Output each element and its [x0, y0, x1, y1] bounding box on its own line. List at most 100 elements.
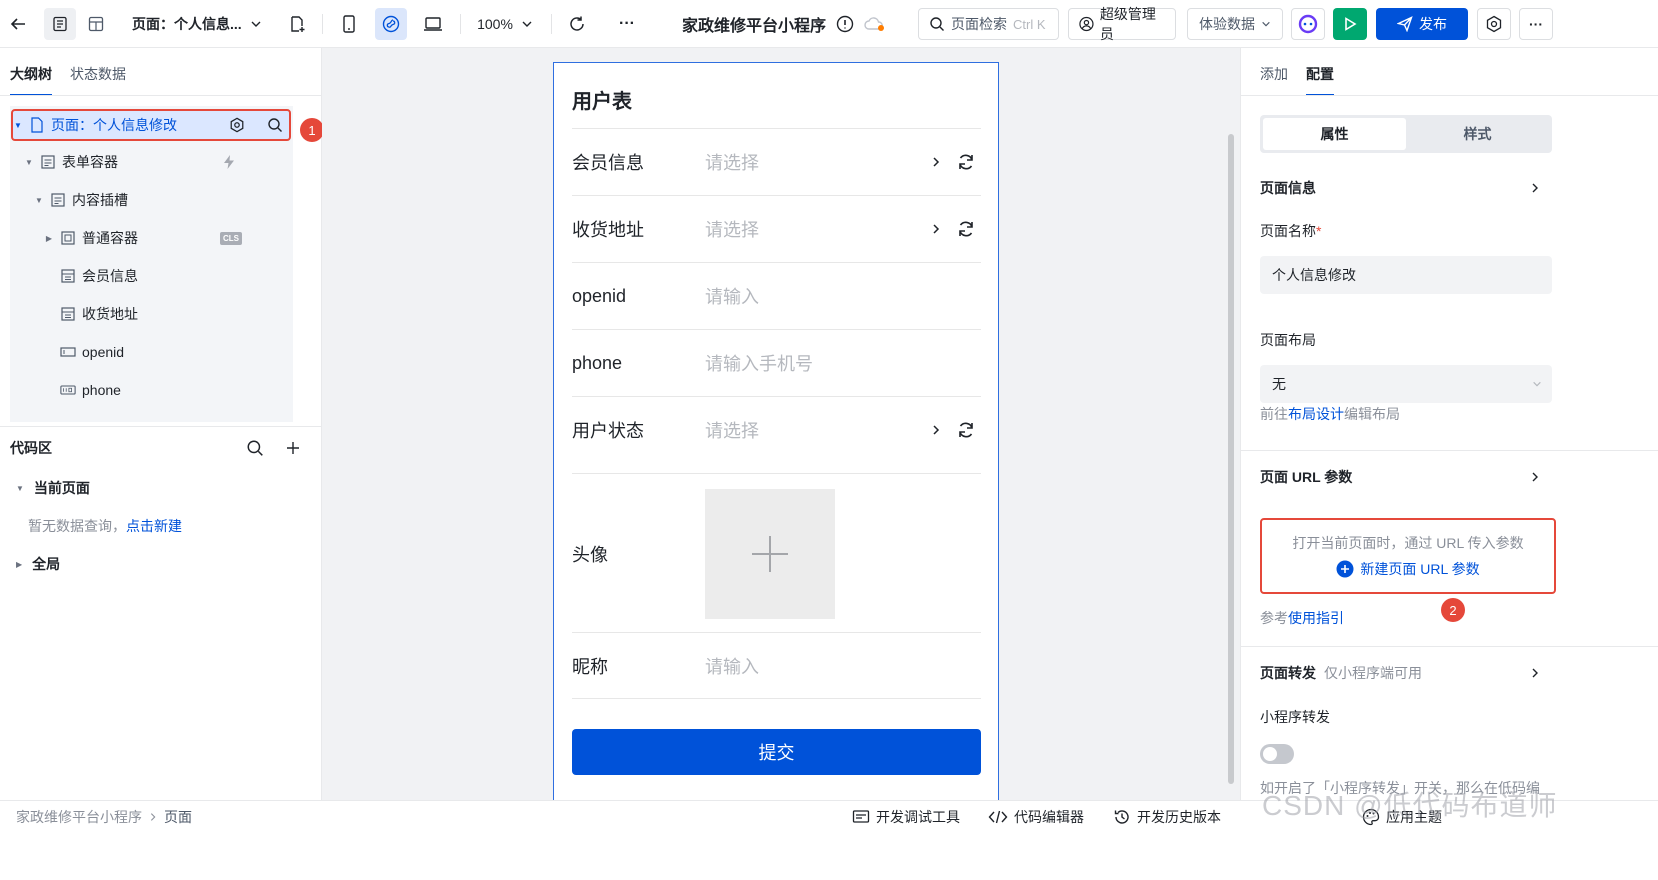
history-button[interactable]: 开发历史版本 — [1113, 807, 1221, 827]
publish-button[interactable]: 发布 — [1376, 8, 1468, 40]
chevron-right-icon[interactable] — [1530, 182, 1540, 194]
layout-view-icon[interactable] — [80, 8, 112, 40]
usage-guide-link[interactable]: 使用指引 — [1288, 610, 1344, 626]
refresh-icon[interactable] — [562, 8, 592, 40]
zoom-select[interactable]: 100% — [470, 8, 540, 40]
layout-design-link[interactable]: 布局设计 — [1288, 406, 1344, 422]
code-editor-label: 代码编辑器 — [1014, 809, 1084, 825]
container-icon — [60, 230, 76, 246]
url-params-section[interactable]: 页面 URL 参数 — [1260, 467, 1540, 487]
outline-tree: ▼ 页面：个人信息修改 ▼ 表单容器 ▼ 内容插槽 ▶ 普通容器 CLS 会员信… — [10, 106, 293, 422]
tree-node-openid[interactable]: openid — [10, 333, 293, 371]
form-row-address[interactable]: 收货地址 请选择 — [572, 195, 981, 262]
tree-node-member-info[interactable]: 会员信息 — [10, 257, 293, 295]
submit-button[interactable]: 提交 — [572, 729, 981, 775]
search-icon[interactable] — [246, 439, 264, 457]
form-row-avatar[interactable]: 头像 — [572, 473, 981, 633]
form-row-user-status[interactable]: 用户状态 请选择 — [572, 396, 981, 463]
chevron-right-icon[interactable] — [1530, 667, 1540, 679]
search-icon — [930, 17, 944, 31]
new-url-param-button[interactable]: 新建页面 URL 参数 — [1336, 559, 1480, 579]
tab-add[interactable]: 添加 — [1260, 64, 1288, 96]
add-icon[interactable] — [285, 440, 301, 456]
field-placeholder[interactable]: 请输入 — [705, 653, 981, 679]
tab-properties[interactable]: 属性 — [1263, 118, 1406, 150]
top-toolbar: 页面：个人信息... 100% ··· 家政维修平台小程序 页面检索 Ctrl … — [0, 0, 1658, 48]
chevron-right-icon[interactable] — [931, 424, 951, 436]
page-info-section[interactable]: 页面信息 — [1260, 178, 1540, 198]
create-query-link[interactable]: 点击新建 — [126, 516, 182, 536]
page-select[interactable]: 页面：个人信息... — [124, 8, 274, 40]
form-row-phone[interactable]: phone 请输入手机号 — [572, 329, 981, 396]
refresh-icon[interactable] — [951, 219, 981, 239]
caret-right-icon[interactable]: ▶ — [16, 560, 22, 569]
chevron-right-icon[interactable] — [1530, 471, 1540, 483]
miniprogram-preview-icon[interactable] — [375, 8, 407, 40]
breadcrumb-app[interactable]: 家政维修平台小程序 — [16, 807, 142, 827]
caret-right-icon[interactable]: ▶ — [44, 234, 54, 243]
ai-assistant-icon[interactable] — [1291, 8, 1325, 40]
user-icon — [1079, 16, 1094, 32]
chevron-right-icon[interactable] — [931, 223, 951, 235]
avatar-upload[interactable] — [705, 488, 835, 619]
form-row-nickname[interactable]: 昵称 请输入 — [572, 632, 981, 699]
field-placeholder[interactable]: 请选择 — [705, 417, 931, 443]
tab-config[interactable]: 配置 — [1306, 64, 1334, 96]
url-hint: 打开当前页面时，通过 URL 传入参数 — [1292, 535, 1524, 551]
tree-node-content-slot[interactable]: ▼ 内容插槽 — [10, 181, 293, 219]
layout-select[interactable]: 无 — [1260, 365, 1552, 403]
cloud-sync-icon[interactable] — [864, 16, 886, 32]
mini-forward-toggle[interactable] — [1260, 744, 1294, 764]
tab-outline-tree[interactable]: 大纲树 — [10, 64, 52, 96]
canvas-scrollbar[interactable] — [1228, 134, 1234, 784]
info-icon[interactable] — [836, 15, 854, 33]
breadcrumb-page[interactable]: 页面 — [164, 807, 192, 827]
lightning-icon[interactable] — [222, 154, 236, 170]
refresh-icon[interactable] — [951, 152, 981, 172]
settings-icon[interactable] — [229, 117, 245, 133]
tree-node-form-container[interactable]: ▼ 表单容器 — [10, 143, 293, 181]
field-placeholder[interactable]: 请输入 — [705, 283, 981, 309]
field-label: 昵称 — [572, 656, 608, 677]
form-title: 用户表 — [572, 91, 632, 113]
settings-icon[interactable] — [1477, 8, 1511, 40]
page-name-label-group: 页面名称* — [1260, 221, 1321, 241]
code-global[interactable]: ▶ 全局 — [0, 545, 322, 583]
debug-tools-button[interactable]: 开发调试工具 — [852, 807, 960, 827]
more-menu-button[interactable]: ··· — [1519, 8, 1553, 40]
chevron-right-icon[interactable] — [931, 156, 951, 168]
caret-down-icon[interactable]: ▼ — [13, 121, 23, 130]
add-page-icon[interactable] — [282, 8, 312, 40]
admin-button[interactable]: 超级管理员 — [1068, 6, 1176, 42]
refresh-icon[interactable] — [951, 420, 981, 440]
section-title: 页面信息 — [1260, 180, 1316, 196]
field-label: 用户状态 — [572, 421, 644, 441]
pc-preview-icon[interactable] — [418, 8, 448, 40]
form-row-member-info[interactable]: 会员信息 请选择 — [572, 128, 981, 195]
mobile-preview-icon[interactable] — [334, 8, 364, 40]
outline-view-icon[interactable] — [44, 8, 76, 40]
caret-down-icon[interactable]: ▼ — [34, 196, 44, 205]
data-env-select[interactable]: 体验数据 — [1187, 8, 1283, 40]
field-placeholder[interactable]: 请输入手机号 — [705, 350, 981, 376]
search-icon[interactable] — [267, 117, 283, 133]
field-placeholder[interactable]: 请选择 — [705, 216, 931, 242]
tree-node-page[interactable]: ▼ 页面：个人信息修改 — [11, 109, 291, 141]
back-icon[interactable] — [4, 8, 32, 40]
tree-node-address[interactable]: 收货地址 — [10, 295, 293, 333]
form-row-openid[interactable]: openid 请输入 — [572, 262, 981, 329]
tree-node-container[interactable]: ▶ 普通容器 CLS — [10, 219, 293, 257]
tab-styles[interactable]: 样式 — [1406, 118, 1549, 150]
page-forward-section[interactable]: 页面转发 仅小程序端可用 — [1260, 663, 1540, 683]
code-current-page[interactable]: ▼ 当前页面 — [0, 469, 322, 507]
run-button[interactable] — [1333, 8, 1367, 40]
caret-down-icon[interactable]: ▼ — [24, 158, 34, 167]
tree-node-phone[interactable]: phone — [10, 371, 293, 409]
field-placeholder[interactable]: 请选择 — [705, 149, 931, 175]
more-tools-button[interactable]: ··· — [610, 8, 644, 40]
caret-down-icon[interactable]: ▼ — [16, 484, 24, 493]
tab-state-data[interactable]: 状态数据 — [70, 64, 126, 96]
page-search-input[interactable]: 页面检索 Ctrl K — [918, 8, 1059, 40]
code-editor-button[interactable]: 代码编辑器 — [988, 807, 1084, 827]
page-name-input[interactable]: 个人信息修改 — [1260, 256, 1552, 294]
